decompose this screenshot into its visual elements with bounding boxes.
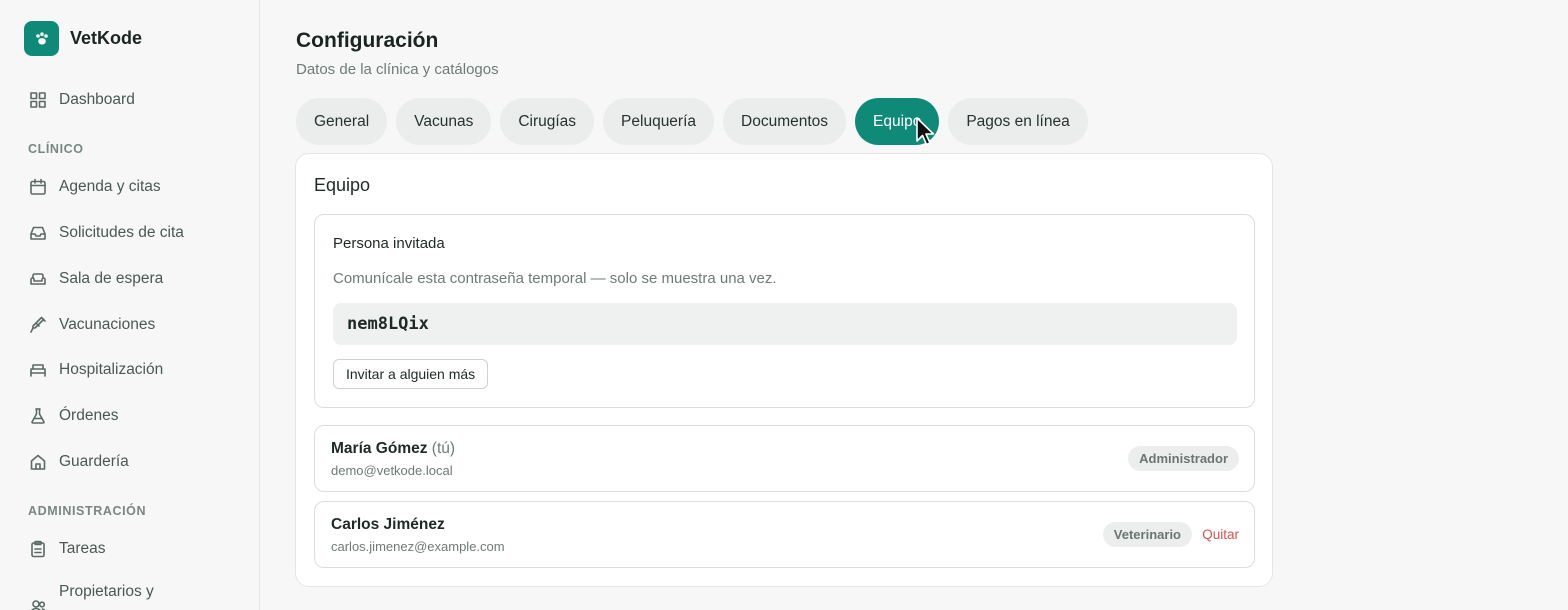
sidebar-item-label: Hospitalización xyxy=(59,361,164,378)
sidebar-item-vacunaciones[interactable]: Vacunaciones xyxy=(28,313,155,337)
sidebar-item-label: Agenda y citas xyxy=(59,178,161,195)
home-icon xyxy=(28,452,48,472)
sidebar-item-sala-espera[interactable]: Sala de espera xyxy=(28,267,163,291)
sofa-icon xyxy=(28,269,48,289)
role-badge: Administrador xyxy=(1128,446,1239,471)
tab-documentos[interactable]: Documentos xyxy=(723,98,847,145)
flask-icon xyxy=(28,406,48,426)
mouse-pointer-icon xyxy=(916,117,935,146)
invited-person-panel: Persona invitada Comunícale esta contras… xyxy=(314,214,1255,408)
role-badge: Veterinario xyxy=(1102,522,1192,547)
invite-another-button[interactable]: Invitar a alguien más xyxy=(333,359,489,389)
remove-member-button[interactable]: Quitar xyxy=(1202,527,1239,542)
syringe-icon xyxy=(28,315,48,335)
member-email: carlos.jimenez@example.com xyxy=(331,539,505,554)
team-card-title: Equipo xyxy=(314,175,371,195)
tab-peluqueria[interactable]: Peluquería xyxy=(603,98,715,145)
clipboard-icon xyxy=(28,539,48,559)
team-card: Equipo Persona invitada Comunícale esta … xyxy=(295,153,1273,587)
sidebar-item-label: Solicitudes de cita xyxy=(59,224,184,241)
member-name: Carlos Jiménez xyxy=(331,516,445,533)
member-row: Carlos Jiménez carlos.jimenez@example.co… xyxy=(314,501,1255,568)
tab-general[interactable]: General xyxy=(296,98,388,145)
section-label-clinico: CLÍNICO xyxy=(28,142,84,156)
brand-name: VetKode xyxy=(70,28,143,48)
section-label-administracion: ADMINISTRACIÓN xyxy=(28,504,147,518)
page-title: Configuración xyxy=(296,29,439,52)
tab-pagos-en-linea[interactable]: Pagos en línea xyxy=(948,98,1088,145)
grid-icon xyxy=(28,90,48,110)
users-icon xyxy=(28,597,48,610)
sidebar-item-label: Tareas xyxy=(59,540,106,557)
sidebar-item-solicitudes[interactable]: Solicitudes de cita xyxy=(28,221,184,245)
inbox-icon xyxy=(28,223,48,243)
bed-icon xyxy=(28,360,48,380)
temporary-password-note: Comunícale esta contraseña temporal — so… xyxy=(333,270,777,287)
member-you-tag: (tú) xyxy=(431,440,456,457)
temporary-password[interactable]: nem8LQix xyxy=(333,303,1237,345)
brand[interactable]: VetKode xyxy=(24,21,142,56)
member-email: demo@vetkode.local xyxy=(331,463,453,478)
settings-tabs: General Vacunas Cirugías Peluquería Docu… xyxy=(296,98,1088,145)
sidebar-item-agenda[interactable]: Agenda y citas xyxy=(28,175,161,199)
paw-logo-icon xyxy=(24,21,59,56)
calendar-icon xyxy=(28,177,48,197)
sidebar-item-label: Órdenes xyxy=(59,407,119,424)
sidebar-item-label: Propietarios y xyxy=(59,583,154,600)
sidebar-item-propietarios[interactable]: Propietarios y xyxy=(28,583,154,610)
sidebar-item-label: Vacunaciones xyxy=(59,316,156,333)
member-row: María Gómez (tú) demo@vetkode.local Admi… xyxy=(314,425,1255,492)
sidebar-item-guarderia[interactable]: Guardería xyxy=(28,450,129,474)
sidebar: VetKode Dashboard CLÍNICO Agenda y citas… xyxy=(0,0,260,610)
sidebar-item-label: Guardería xyxy=(59,453,129,470)
sidebar-item-tareas[interactable]: Tareas xyxy=(28,537,106,561)
page-subtitle: Datos de la clínica y catálogos xyxy=(296,61,499,78)
sidebar-item-label: Sala de espera xyxy=(59,270,164,287)
member-name: María Gómez xyxy=(331,440,428,457)
sidebar-item-ordenes[interactable]: Órdenes xyxy=(28,404,118,428)
sidebar-item-dashboard[interactable]: Dashboard xyxy=(28,88,135,112)
tab-vacunas[interactable]: Vacunas xyxy=(396,98,492,145)
invited-person-title: Persona invitada xyxy=(333,235,445,252)
sidebar-item-hospitalizacion[interactable]: Hospitalización xyxy=(28,358,163,382)
member-name-row: María Gómez (tú) xyxy=(331,440,455,458)
tab-cirugias[interactable]: Cirugías xyxy=(500,98,595,145)
sidebar-item-label: Dashboard xyxy=(59,91,135,108)
